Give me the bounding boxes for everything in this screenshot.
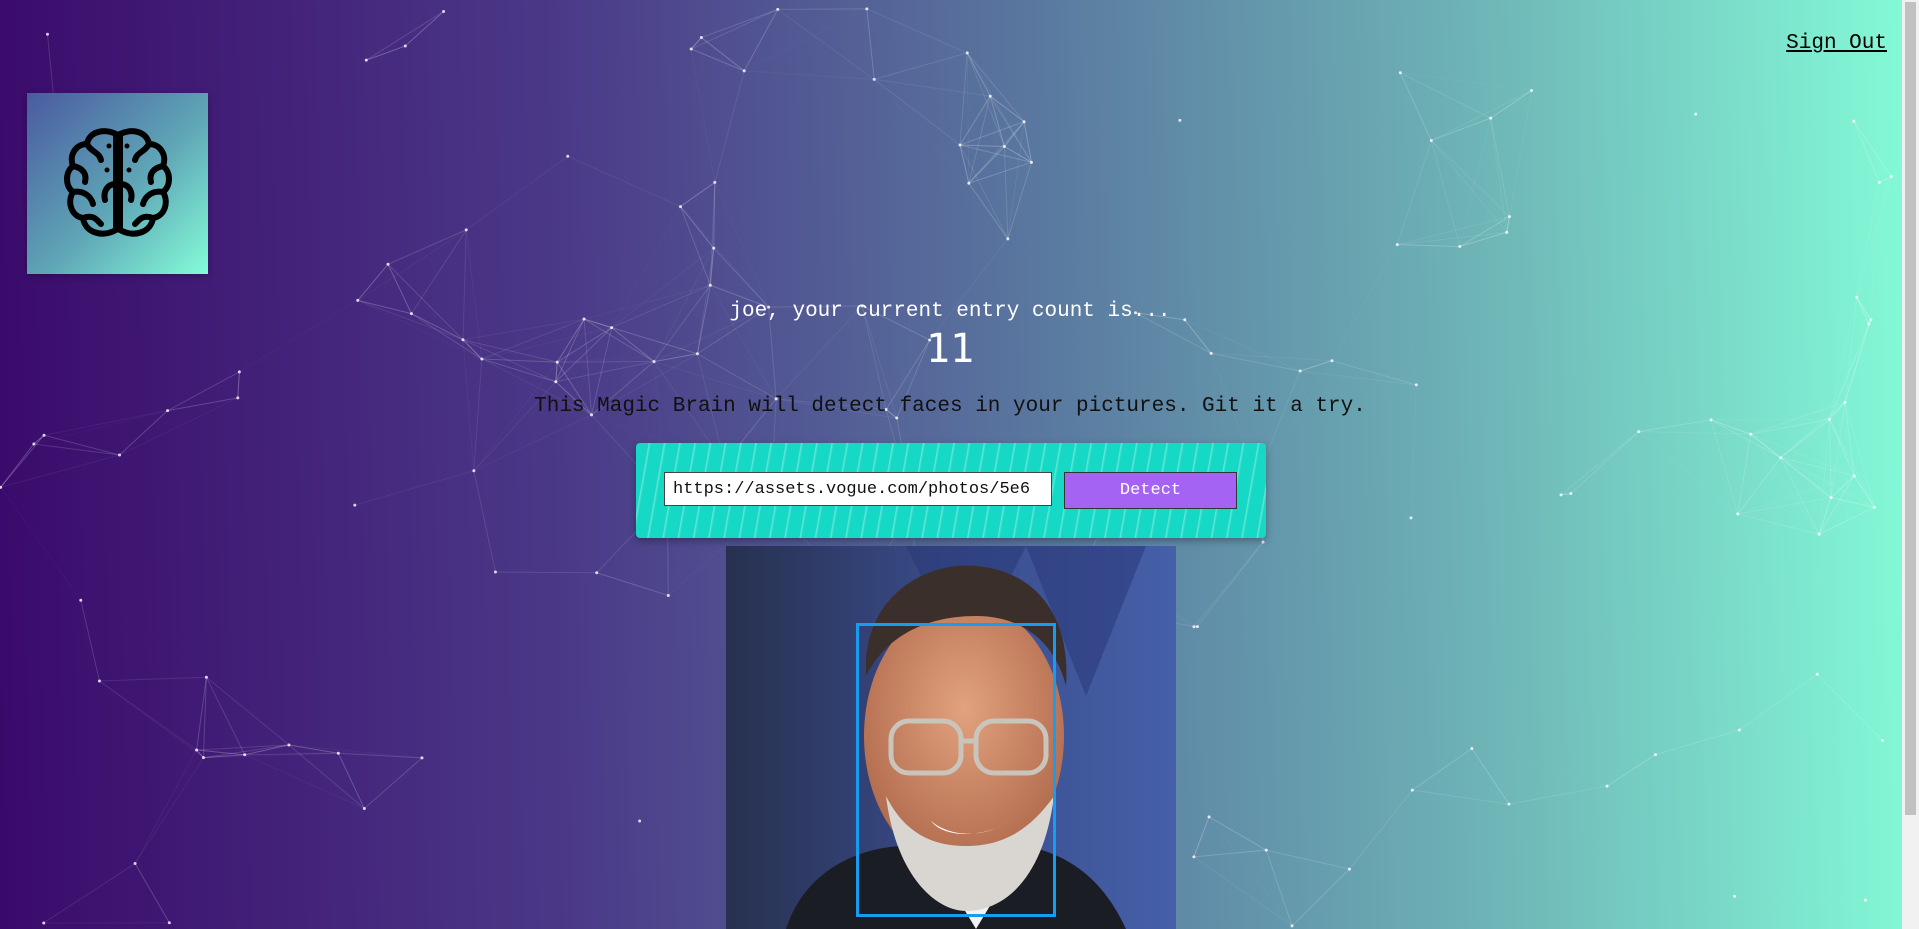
face-image xyxy=(726,546,1176,929)
entry-count: 11 xyxy=(925,326,975,372)
logo[interactable] xyxy=(27,93,208,274)
image-link-form: Detect xyxy=(636,443,1266,538)
scrollbar-thumb[interactable] xyxy=(1905,2,1916,815)
form-description: This Magic Brain will detect faces in yo… xyxy=(534,395,1366,418)
rank-message: joe, your current entry count is... xyxy=(729,300,1171,323)
face-bounding-box xyxy=(856,623,1056,917)
image-url-input[interactable] xyxy=(664,472,1052,506)
scrollbar[interactable] xyxy=(1902,0,1919,929)
detect-button[interactable]: Detect xyxy=(1064,472,1237,509)
sign-out-link[interactable]: Sign Out xyxy=(1786,32,1887,55)
brain-icon xyxy=(63,127,172,236)
